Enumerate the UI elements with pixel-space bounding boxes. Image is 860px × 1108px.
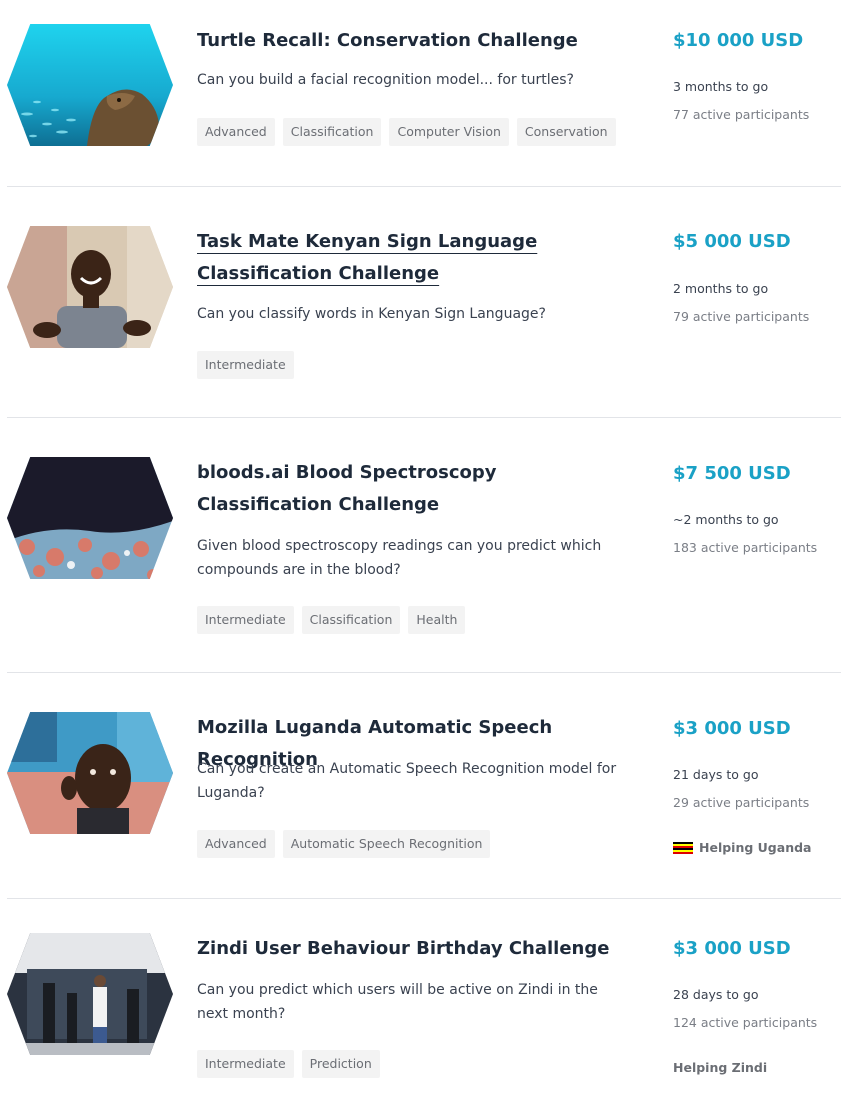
competition-title[interactable]: Zindi User Behaviour Birthday Challenge bbox=[197, 933, 637, 965]
participant-count: 79 active participants bbox=[673, 309, 810, 324]
time-remaining: 21 days to go bbox=[673, 767, 759, 782]
competition-thumbnail[interactable] bbox=[7, 933, 173, 1055]
competition-description: Can you classify words in Kenyan Sign La… bbox=[197, 306, 546, 322]
competition-description: Given blood spectroscopy readings can yo… bbox=[197, 538, 602, 578]
tag[interactable]: Prediction bbox=[301, 1050, 380, 1078]
participant-count: 183 active participants bbox=[673, 540, 818, 555]
time-remaining: 2 months to go bbox=[673, 281, 769, 296]
tag[interactable]: Health bbox=[408, 606, 466, 634]
card-divider bbox=[7, 417, 841, 418]
tag[interactable]: Advanced bbox=[197, 830, 275, 858]
participant-count: 77 active participants bbox=[673, 107, 810, 122]
uganda-flag-icon bbox=[673, 841, 693, 854]
helping-country: Helping Uganda bbox=[673, 840, 811, 855]
prize-amount: $5 000 USD bbox=[673, 231, 791, 252]
tag[interactable]: Computer Vision bbox=[389, 118, 509, 146]
participant-count: 124 active participants bbox=[673, 1015, 818, 1030]
tag[interactable]: Intermediate bbox=[197, 606, 294, 634]
participant-count: 29 active participants bbox=[673, 795, 810, 810]
prize-amount: $3 000 USD bbox=[673, 718, 791, 739]
helping-label: Helping Uganda bbox=[699, 840, 812, 855]
tag[interactable]: Automatic Speech Recognition bbox=[282, 830, 491, 858]
time-remaining: 28 days to go bbox=[673, 987, 759, 1002]
time-remaining: ~2 months to go bbox=[673, 512, 779, 527]
tag-list: Advanced Automatic Speech Recognition bbox=[197, 830, 491, 858]
card-divider bbox=[7, 898, 841, 899]
tag-list: Intermediate Prediction bbox=[197, 1050, 380, 1078]
tag[interactable]: Intermediate bbox=[197, 1050, 294, 1078]
tag[interactable]: Intermediate bbox=[197, 351, 294, 379]
tag[interactable]: Conservation bbox=[516, 118, 616, 146]
card-divider bbox=[7, 186, 841, 187]
competition-title[interactable]: bloods.ai Blood Spectroscopy Classificat… bbox=[197, 457, 637, 521]
helping-label: Helping Zindi bbox=[673, 1060, 768, 1075]
card-divider bbox=[7, 672, 841, 673]
competition-thumbnail[interactable] bbox=[7, 457, 173, 579]
tag[interactable]: Classification bbox=[282, 118, 382, 146]
tag-list: Intermediate bbox=[197, 351, 294, 379]
time-remaining: 3 months to go bbox=[673, 79, 769, 94]
competition-description: Can you build a facial recognition model… bbox=[197, 72, 574, 88]
tag-list: Intermediate Classification Health bbox=[197, 606, 466, 634]
prize-amount: $7 500 USD bbox=[673, 463, 791, 484]
prize-amount: $10 000 USD bbox=[673, 30, 804, 51]
competition-description: Can you predict which users will be acti… bbox=[197, 982, 598, 1022]
competition-thumbnail[interactable] bbox=[7, 226, 173, 348]
competition-thumbnail[interactable] bbox=[7, 712, 173, 834]
competition-thumbnail[interactable] bbox=[7, 24, 173, 146]
tag[interactable]: Advanced bbox=[197, 118, 275, 146]
tag[interactable]: Classification bbox=[301, 606, 401, 634]
helping-organization: Helping Zindi bbox=[673, 1060, 767, 1075]
competition-title[interactable]: Task Mate Kenyan Sign Language Classific… bbox=[197, 226, 637, 290]
competition-title[interactable]: Turtle Recall: Conservation Challenge bbox=[197, 25, 637, 57]
prize-amount: $3 000 USD bbox=[673, 938, 791, 959]
tag-list: Advanced Classification Computer Vision … bbox=[197, 118, 616, 146]
competition-description: Can you create an Automatic Speech Recog… bbox=[197, 761, 617, 801]
